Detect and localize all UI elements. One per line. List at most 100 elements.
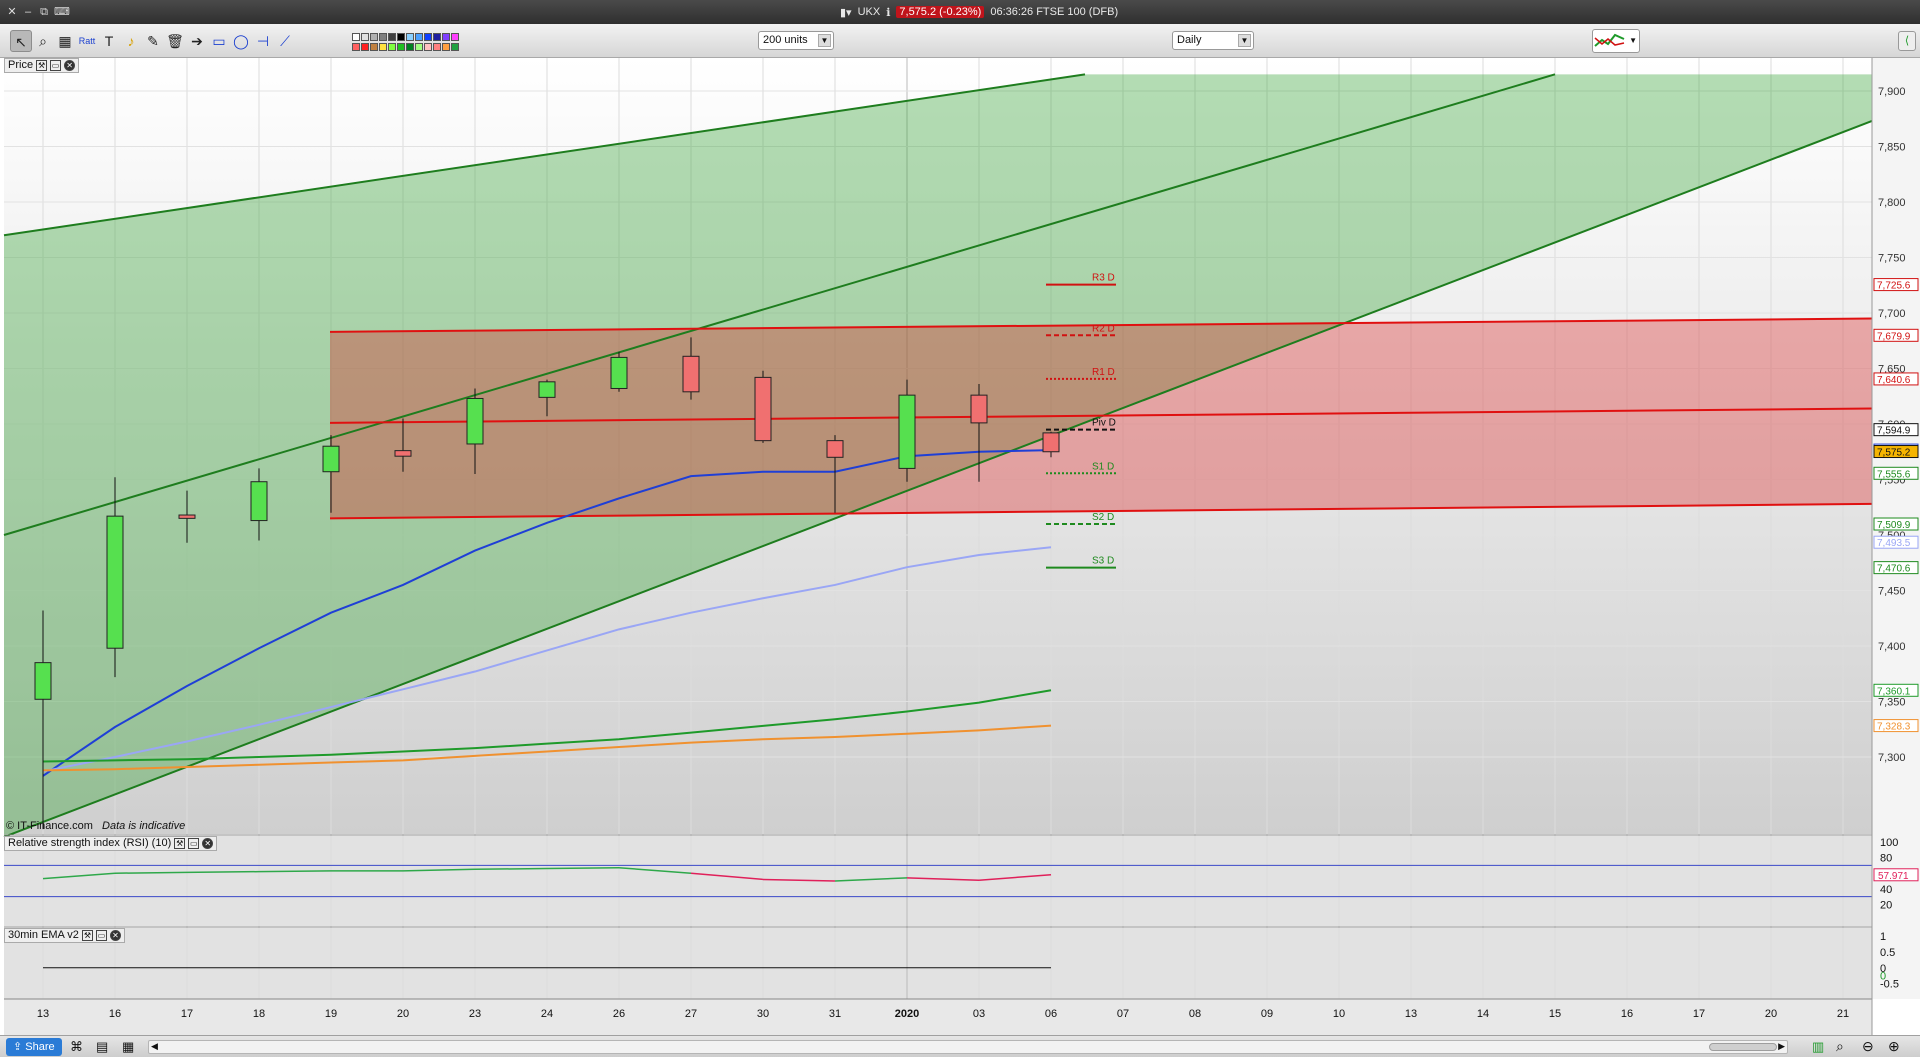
palette-swatch[interactable] xyxy=(370,33,378,41)
grid-icon[interactable]: ▦ xyxy=(122,1039,134,1055)
zoom-fit-icon[interactable]: ⌕ xyxy=(1836,1038,1844,1055)
palette-swatch[interactable] xyxy=(379,33,387,41)
palette-swatch[interactable] xyxy=(442,33,450,41)
rsi-line-segment xyxy=(114,871,188,874)
candle-body xyxy=(322,445,340,473)
arrow-tool-icon[interactable]: ➔ xyxy=(186,30,208,52)
chevron-down-icon: ▼ xyxy=(818,34,831,47)
text-tool-icon[interactable]: T xyxy=(98,30,120,52)
wrench-icon[interactable]: ⚒ xyxy=(36,60,48,71)
trend-line-tool-icon[interactable]: ⟋ xyxy=(274,30,296,52)
palette-swatch[interactable] xyxy=(361,33,369,41)
sidebar-toggle-icon[interactable]: ⟨ xyxy=(1898,31,1916,51)
candle-body xyxy=(754,376,772,442)
chart-type-button[interactable]: ▼ xyxy=(1592,29,1640,53)
ema-tick-label: -0.5 xyxy=(1880,979,1899,991)
wrench-icon[interactable]: ⚒ xyxy=(174,838,186,849)
info-icon[interactable]: ℹ xyxy=(886,6,890,19)
candle-body xyxy=(538,381,556,398)
ema-panel-header: 30min EMA v2 ⚒ ▭ ✕ xyxy=(4,928,125,943)
window-icon[interactable]: ▭ xyxy=(95,930,107,941)
price-tick-label: 7,300 xyxy=(1878,752,1906,764)
scrollbar-thumb[interactable] xyxy=(1709,1043,1777,1051)
ellipse-tool-icon[interactable]: ◯ xyxy=(230,30,252,52)
palette-swatch[interactable] xyxy=(388,33,396,41)
palette-swatch[interactable] xyxy=(406,33,414,41)
date-tick-label: 16 xyxy=(109,1008,121,1020)
interval-select[interactable]: Daily ▼ xyxy=(1172,31,1254,50)
table-icon[interactable]: ▤ xyxy=(96,1039,108,1055)
pencil-tool-icon[interactable]: ✎ xyxy=(142,30,164,52)
toolbar: ↖ ⌕ ▦ Ratt T ♪ ✎ 🗑 ➔ ▭ ◯ ⊣ ⟋ 200 units ▼… xyxy=(0,24,1920,58)
palette-swatch[interactable] xyxy=(442,43,450,51)
chart-settings-icon[interactable]: ▥ xyxy=(1812,1039,1824,1055)
palette-swatch[interactable] xyxy=(415,33,423,41)
date-tick-label: 14 xyxy=(1477,1008,1489,1020)
palette-swatch[interactable] xyxy=(406,43,414,51)
palette-swatch[interactable] xyxy=(415,43,423,51)
horizontal-scrollbar[interactable]: ◀ ▶ xyxy=(148,1040,1788,1054)
palette-swatch[interactable] xyxy=(388,43,396,51)
zoom-out-icon[interactable]: ⊖ xyxy=(1862,1038,1874,1055)
date-tick-label: 08 xyxy=(1189,1008,1201,1020)
palette-swatch[interactable] xyxy=(451,33,459,41)
date-tick-label: 16 xyxy=(1621,1008,1633,1020)
minimize-window-icon[interactable]: – xyxy=(22,6,34,18)
rectangle-tool-icon[interactable]: ▭ xyxy=(208,30,230,52)
palette-swatch[interactable] xyxy=(451,43,459,51)
price-tick-label: 7,450 xyxy=(1878,586,1906,598)
date-tick-label: 13 xyxy=(37,1008,49,1020)
date-tick-label: 31 xyxy=(829,1008,841,1020)
palette-swatch[interactable] xyxy=(370,43,378,51)
close-icon[interactable]: ✕ xyxy=(109,930,121,941)
keyboard-icon[interactable]: ⌨ xyxy=(54,6,70,18)
zoom-tool-icon[interactable]: ⌕ xyxy=(32,30,54,52)
zoom-in-icon[interactable]: ⊕ xyxy=(1888,1038,1900,1055)
palette-swatch[interactable] xyxy=(424,43,432,51)
pointer-tool-icon[interactable]: ↖ xyxy=(10,30,32,52)
candle-body xyxy=(970,394,988,424)
price-panel-header: Price ⚒ ▭ ✕ xyxy=(4,58,80,73)
palette-swatch[interactable] xyxy=(361,43,369,51)
bottom-bar: ⇪ Share ⌘ ▤ ▦ ◀ ▶ ▥ ⌕ ⊖ ⊕ xyxy=(0,1035,1920,1057)
ema-tick-label: 0.5 xyxy=(1880,947,1895,959)
restore-window-icon[interactable]: ⧉ xyxy=(38,6,50,18)
date-tick-label: 20 xyxy=(1765,1008,1777,1020)
palette-swatch[interactable] xyxy=(379,43,387,51)
price-value-label: 7,575.2 xyxy=(1877,448,1911,459)
candle-body xyxy=(610,356,628,389)
date-tick-label: 18 xyxy=(253,1008,265,1020)
date-tick-label: 09 xyxy=(1261,1008,1273,1020)
link-icon[interactable]: ⌘ xyxy=(70,1039,83,1055)
chart-zoom-tool-icon[interactable]: ▦ xyxy=(54,30,76,52)
wrench-icon[interactable]: ⚒ xyxy=(81,930,93,941)
trash-icon[interactable]: 🗑 xyxy=(164,30,186,52)
close-window-icon[interactable]: ✕ xyxy=(6,6,18,18)
palette-swatch[interactable] xyxy=(352,43,360,51)
ema-tick-label: 1 xyxy=(1880,931,1886,943)
chart-canvas[interactable]: R3 D R2 D R1 D Piv D S1 D S2 D S3 D 7,900 7,850… xyxy=(0,58,1920,1035)
palette-swatch[interactable] xyxy=(397,43,405,51)
horizontal-line-tool-icon[interactable]: ⊣ xyxy=(252,30,274,52)
close-icon[interactable]: ✕ xyxy=(202,838,214,849)
alert-bell-icon[interactable]: ♪ xyxy=(120,30,142,52)
window-icon[interactable]: ▭ xyxy=(50,60,62,71)
price-value-label: 7,493.5 xyxy=(1877,538,1911,549)
palette-swatch[interactable] xyxy=(352,33,360,41)
palette-swatch[interactable] xyxy=(433,43,441,51)
scroll-left-icon[interactable]: ◀ xyxy=(151,1041,158,1052)
palette-swatch[interactable] xyxy=(433,33,441,41)
scroll-right-icon[interactable]: ▶ xyxy=(1778,1041,1785,1052)
palette-swatch[interactable] xyxy=(424,33,432,41)
pivot-label: R1 D xyxy=(1092,367,1115,378)
window-icon[interactable]: ▭ xyxy=(188,838,200,849)
phone-icon[interactable]: ▮▾ xyxy=(840,6,852,19)
share-button[interactable]: ⇪ Share xyxy=(6,1038,62,1056)
rsi-line-segment xyxy=(546,866,620,870)
units-select[interactable]: 200 units ▼ xyxy=(758,31,834,50)
close-icon[interactable]: ✕ xyxy=(64,60,76,71)
palette-swatch[interactable] xyxy=(397,33,405,41)
rsi-line-segment xyxy=(258,870,332,873)
date-tick-label: 19 xyxy=(325,1008,337,1020)
fibonacci-tool-icon[interactable]: Ratt xyxy=(76,30,98,52)
